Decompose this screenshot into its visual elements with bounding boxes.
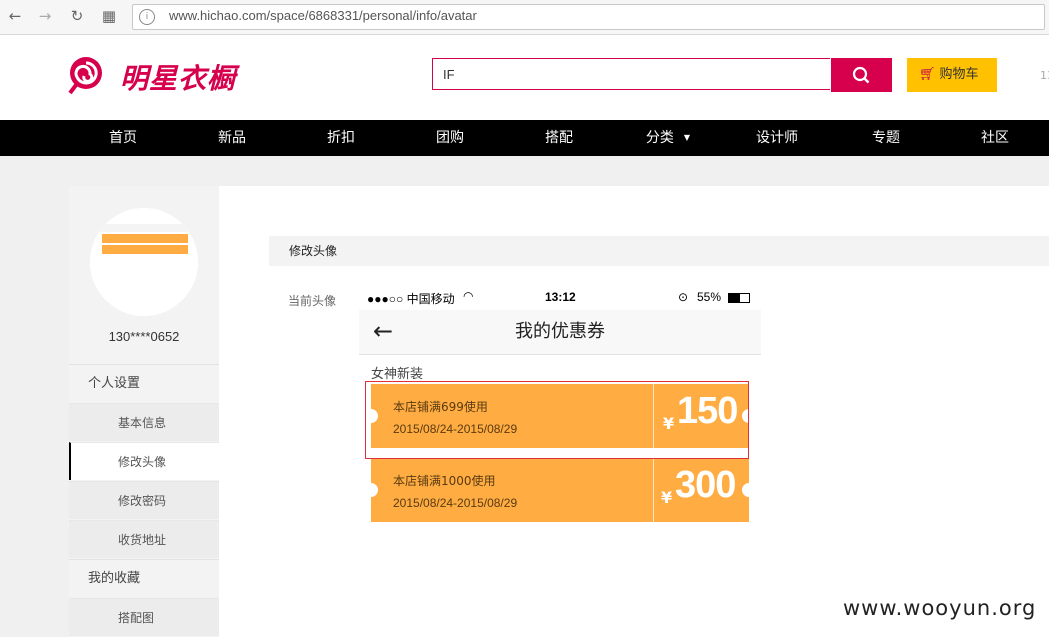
sidebar-section-my-favorites[interactable]: 我的收藏 <box>69 559 219 597</box>
cart-label: 购物车 <box>939 67 979 82</box>
browser-toolbar: ← → ↻ ▦ i www.hichao.com/space/6868331/p… <box>0 0 1049 35</box>
nav-item-designer[interactable]: 设计师 <box>737 120 817 156</box>
forward-icon[interactable]: → <box>36 7 54 25</box>
site-header: 明星衣橱 IF 🛒︎购物车 13 <box>0 35 1049 120</box>
username: 130****0652 <box>108 329 180 344</box>
sidebar-item-change-password[interactable]: 修改密码 <box>69 481 219 519</box>
sidebar-section-personal-settings[interactable]: 个人设置 <box>69 364 219 402</box>
highlight-box <box>365 381 749 459</box>
phone-time: 13:12 <box>545 290 576 304</box>
nav-item-topics[interactable]: 专题 <box>846 120 926 156</box>
coupon-date: 2015/08/24-2015/08/29 <box>393 496 518 510</box>
nav-item-group-buy[interactable]: 团购 <box>410 120 490 156</box>
search-button[interactable] <box>831 58 892 92</box>
avatar-coupon-thumbnail <box>90 208 198 316</box>
page-info-icon[interactable]: i <box>139 9 155 25</box>
lock-rotation-icon: ⊙ <box>678 290 689 304</box>
phone-status-bar: ●●●○○ 中国移动 ◠ 13:12 ⊙ 55% <box>367 289 757 308</box>
nav-item-home[interactable]: 首页 <box>83 120 163 156</box>
coupon-notch <box>742 483 756 497</box>
top-right-text: 13 <box>1040 69 1049 82</box>
nav-item-outfit[interactable]: 搭配 <box>519 120 599 156</box>
sidebar-item-outfit-pics[interactable]: 搭配图 <box>69 598 219 636</box>
sidebar-item-edit-avatar[interactable]: 修改头像 <box>69 442 219 480</box>
battery-text: 55% <box>697 290 722 304</box>
coupon-yen: ¥ <box>661 488 673 507</box>
sidebar-item-basic-info[interactable]: 基本信息 <box>69 403 219 441</box>
coupon-title: 本店铺满1000使用 <box>393 474 496 488</box>
search-icon <box>852 66 870 84</box>
nav-item-community[interactable]: 社区 <box>955 120 1035 156</box>
avatar[interactable] <box>90 208 198 316</box>
current-avatar-label: 当前头像 <box>288 294 337 308</box>
caret-down-icon: ▼ <box>683 133 691 142</box>
coupon-amount: 300 <box>675 464 736 506</box>
nav-item-discount[interactable]: 折扣 <box>301 120 381 156</box>
phone-title: 我的优惠券 <box>515 321 605 342</box>
back-icon[interactable]: ← <box>6 7 24 25</box>
cart-icon: 🛒︎ <box>919 67 936 82</box>
watermark-text: www.wooyun.org <box>843 596 1037 620</box>
sidebar-item-shipping-address[interactable]: 收货地址 <box>69 520 219 558</box>
phone-subtitle: 女神新装 <box>371 367 424 382</box>
coupon-divider <box>653 458 654 522</box>
address-bar[interactable]: i www.hichao.com/space/6868331/personal/… <box>132 4 1045 30</box>
main-nav: 首页 新品 折扣 团购 搭配 分类 ▼ 设计师 专题 社区 <box>0 120 1049 156</box>
sidebar: 130****0652 个人设置 基本信息 修改头像 修改密码 收货地址 我的收… <box>69 186 219 637</box>
reload-icon[interactable]: ↻ <box>68 7 86 25</box>
nav-category-label: 分类 <box>645 130 674 146</box>
lollipop-logo-icon[interactable] <box>66 55 106 95</box>
battery-icon <box>728 293 750 303</box>
wifi-icon: ◠ <box>463 289 474 303</box>
search-input[interactable]: IF <box>432 58 830 90</box>
carrier-text: ●●●○○ 中国移动 <box>367 292 455 306</box>
coupon-card: 本店铺满1000使用 2015/08/24-2015/08/29 ¥ 300 <box>364 458 756 522</box>
nav-item-category[interactable]: 分类 ▼ <box>628 120 708 156</box>
phone-title-bar: ← 我的优惠券 <box>359 310 761 355</box>
address-url[interactable]: www.hichao.com/space/6868331/personal/in… <box>169 8 477 23</box>
cart-button[interactable]: 🛒︎ 购物车 <box>907 58 997 92</box>
section-title: 修改头像 <box>269 236 1049 266</box>
site-logo-text[interactable]: 明星衣橱 <box>120 57 236 97</box>
apps-icon[interactable]: ▦ <box>100 7 118 25</box>
coupon-notch <box>364 483 378 497</box>
nav-item-new[interactable]: 新品 <box>192 120 272 156</box>
